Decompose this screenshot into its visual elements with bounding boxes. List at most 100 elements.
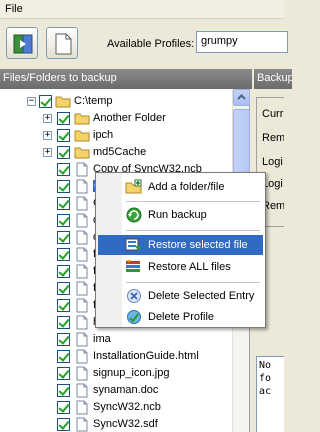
context-menu: Add a folder/file Run backup Restore sel… xyxy=(95,172,266,328)
tree-file[interactable]: SyncW32.ncb xyxy=(0,399,234,416)
folder-icon xyxy=(55,96,71,108)
include-checkbox[interactable] xyxy=(57,418,70,431)
tree-item-label: ipch xyxy=(93,129,114,141)
tree-item-label: synaman.doc xyxy=(93,384,159,396)
file-icon xyxy=(76,162,88,177)
backup-toolbar-button[interactable] xyxy=(6,27,38,59)
include-checkbox[interactable] xyxy=(57,163,70,176)
toolbar: Available Profiles: grumpy xyxy=(0,19,288,68)
available-profiles-label: Available Profiles: xyxy=(107,38,195,50)
file-icon xyxy=(76,247,88,262)
menu-item-restore-all-files[interactable]: Restore ALL files xyxy=(98,257,263,277)
status-label-remote: Rem xyxy=(262,132,284,144)
backup-tab[interactable]: Backup xyxy=(252,69,292,89)
menu-separator xyxy=(126,201,260,202)
include-checkbox[interactable] xyxy=(57,282,70,295)
menu-item-add-folder-file[interactable]: Add a folder/file xyxy=(98,177,263,197)
tree-file[interactable]: SyncW32.sdf xyxy=(0,416,234,432)
tree-item-label: SyncW32.ncb xyxy=(93,401,161,413)
new-profile-toolbar-button[interactable] xyxy=(46,27,78,59)
expand-toggle[interactable]: − xyxy=(27,97,36,106)
menu-item-label: Delete Selected Entry xyxy=(148,290,255,302)
include-checkbox[interactable] xyxy=(39,95,52,108)
tree-item-label: ima xyxy=(93,333,111,345)
log-textarea[interactable]: No fo ac xyxy=(256,356,284,432)
tree-folder[interactable]: + md5Cache xyxy=(0,144,234,161)
menu-item-delete-profile[interactable]: Delete Profile xyxy=(98,307,263,327)
expand-toggle[interactable]: + xyxy=(43,114,52,123)
menu-file[interactable]: File xyxy=(5,3,23,15)
include-checkbox[interactable] xyxy=(57,231,70,244)
include-checkbox[interactable] xyxy=(57,367,70,380)
file-icon xyxy=(76,298,88,313)
file-icon xyxy=(76,264,88,279)
menu-item-run-backup[interactable]: Run backup xyxy=(98,205,263,225)
profile-combobox[interactable]: grumpy xyxy=(196,31,288,53)
include-checkbox[interactable] xyxy=(57,401,70,414)
file-icon xyxy=(76,230,88,245)
tree-item-label: InstallationGuide.html xyxy=(93,350,199,362)
file-icon xyxy=(76,400,88,415)
tree-file[interactable]: synaman.doc xyxy=(0,382,234,399)
menu-item-label: Add a folder/file xyxy=(148,181,225,193)
tree-file[interactable]: InstallationGuide.html xyxy=(0,348,234,365)
folder-icon-wrap xyxy=(74,111,90,128)
include-checkbox[interactable] xyxy=(57,333,70,346)
include-checkbox[interactable] xyxy=(57,214,70,227)
include-checkbox[interactable] xyxy=(57,248,70,261)
file-icon xyxy=(76,332,88,347)
folder-icon xyxy=(74,130,90,142)
log-line: ac xyxy=(259,386,272,397)
tree-root[interactable]: − C:\temp xyxy=(0,93,234,110)
folder-add-icon xyxy=(125,179,142,194)
status-label-login: Logi xyxy=(262,156,283,168)
tree-item-label: C:\temp xyxy=(74,95,113,107)
include-checkbox[interactable] xyxy=(57,299,70,312)
tree-file[interactable]: ima xyxy=(0,331,234,348)
delete-entry-icon xyxy=(127,289,141,303)
include-checkbox[interactable] xyxy=(57,129,70,142)
folder-icon-wrap xyxy=(74,128,90,145)
tree-folder[interactable]: + ipch xyxy=(0,127,234,144)
menu-separator xyxy=(126,230,260,231)
files-panel-header: Files/Folders to backup xyxy=(0,69,252,89)
include-checkbox[interactable] xyxy=(57,146,70,159)
tree-file[interactable]: signup_icon.jpg xyxy=(0,365,234,382)
menu-item-delete-selected-entry[interactable]: Delete Selected Entry xyxy=(98,286,263,306)
menu-item-label: Delete Profile xyxy=(148,311,215,323)
menu-item-label: Run backup xyxy=(148,209,207,221)
status-label-current: Curr xyxy=(262,108,284,120)
folder-icon-wrap xyxy=(55,94,71,111)
tree-item-label: md5Cache xyxy=(93,146,147,158)
expand-toggle[interactable]: + xyxy=(43,148,52,157)
tree-folder[interactable]: + Another Folder xyxy=(0,110,234,127)
include-checkbox[interactable] xyxy=(57,350,70,363)
file-icon xyxy=(76,366,88,381)
file-icon-wrap xyxy=(75,417,89,432)
include-checkbox[interactable] xyxy=(57,316,70,329)
include-checkbox[interactable] xyxy=(57,197,70,210)
expand-toggle[interactable]: + xyxy=(43,131,52,140)
log-line: fo xyxy=(259,373,272,384)
menu-item-restore-selected-file[interactable]: Restore selected file xyxy=(98,235,263,255)
include-checkbox[interactable] xyxy=(57,112,70,125)
run-icon xyxy=(126,207,142,223)
backup-icon xyxy=(13,34,33,54)
folder-icon xyxy=(74,147,90,159)
new-document-icon xyxy=(55,33,72,55)
include-checkbox[interactable] xyxy=(57,265,70,278)
log-line: No xyxy=(259,360,272,371)
tree-item-label: Another Folder xyxy=(93,112,166,124)
scroll-up-button[interactable] xyxy=(233,89,250,106)
file-icon xyxy=(76,383,88,398)
menu-item-label: Restore ALL files xyxy=(148,261,231,273)
chevron-up-icon xyxy=(237,94,246,100)
include-checkbox[interactable] xyxy=(57,180,70,193)
restore-all-icon xyxy=(126,260,140,272)
menu-item-label: Restore selected file xyxy=(148,239,248,251)
tree-item-label: SyncW32.sdf xyxy=(93,418,158,430)
include-checkbox[interactable] xyxy=(57,384,70,397)
file-icon xyxy=(76,281,88,296)
folder-icon-wrap xyxy=(74,145,90,162)
menu-separator xyxy=(126,282,260,283)
